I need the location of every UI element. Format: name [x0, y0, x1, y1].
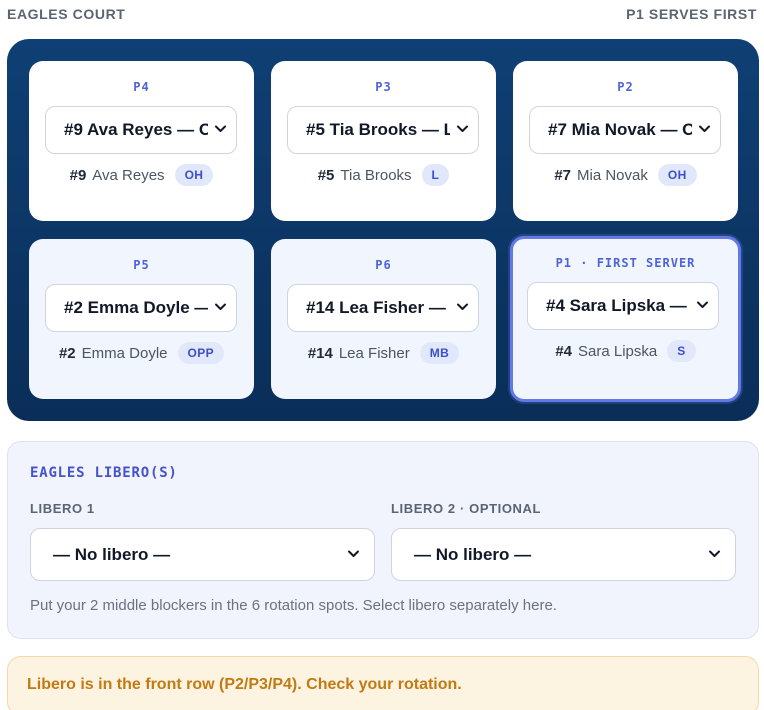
libero1-label: LIBERO 1 [30, 501, 95, 516]
player-number: #14 [307, 344, 333, 362]
libero2-label: LIBERO 2 · OPTIONAL [391, 501, 542, 516]
libero-title: EAGLES LIBERO(S) [30, 465, 178, 481]
serve-note: P1 SERVES FIRST [626, 6, 757, 22]
court-header: EAGLES COURT P1 SERVES FIRST [7, 4, 757, 24]
player-select-value: #7 Mia Novak — OH [548, 120, 692, 139]
position-label: P6 [375, 258, 392, 272]
player-info: #14 Lea Fisher MB [271, 342, 496, 364]
player-number: #2 [58, 344, 76, 362]
player-select-p2[interactable]: #7 Mia Novak — OH [529, 106, 721, 154]
player-info: #7 Mia Novak OH [513, 164, 738, 186]
position-card-p5: P5 #2 Emma Doyle — OPP #2 Emma Doyle OPP [29, 239, 254, 399]
chevron-down-icon [456, 122, 469, 135]
position-label: P2 [617, 80, 634, 94]
position-label: P4 [133, 80, 150, 94]
chevron-down-icon [696, 298, 709, 311]
libero2-select[interactable]: — No libero — [391, 528, 736, 581]
position-label: P1 · FIRST SERVER [555, 256, 696, 270]
player-select-value: #5 Tia Brooks — L [306, 120, 450, 139]
chevron-down-icon [214, 300, 227, 313]
libero-panel: EAGLES LIBERO(S) LIBERO 1 — No libero — … [7, 441, 759, 639]
chevron-down-icon [214, 122, 227, 135]
player-info: #4 Sara Lipska S [513, 340, 738, 362]
position-label: P5 [133, 258, 150, 272]
player-select-p3[interactable]: #5 Tia Brooks — L [287, 106, 479, 154]
player-info: #2 Emma Doyle OPP [29, 342, 254, 364]
role-badge: L [421, 164, 450, 186]
player-select-value: #4 Sara Lipska — S [546, 296, 690, 315]
chevron-down-icon [347, 547, 360, 560]
player-name: Ava Reyes [92, 166, 165, 184]
player-info: #5 Tia Brooks L [271, 164, 496, 186]
player-number: #7 [554, 166, 571, 184]
player-name: Sara Lipska [578, 342, 658, 360]
rotation-warning: Libero is in the front row (P2/P3/P4). C… [7, 656, 759, 710]
libero-hint: Put your 2 middle blockers in the 6 rota… [30, 597, 557, 614]
role-badge: OPP [177, 342, 225, 364]
chevron-down-icon [708, 547, 721, 560]
player-name: Lea Fisher [338, 344, 410, 362]
role-badge: MB [419, 342, 460, 364]
player-name: Tia Brooks [340, 166, 412, 184]
court-title: EAGLES COURT [7, 6, 126, 22]
role-badge: OH [657, 164, 697, 186]
player-info: #9 Ava Reyes OH [29, 164, 254, 186]
chevron-down-icon [456, 300, 469, 313]
player-select-p4[interactable]: #9 Ava Reyes — OH [45, 106, 237, 154]
chevron-down-icon [698, 122, 711, 135]
player-name: Mia Novak [577, 166, 648, 184]
player-select-value: #14 Lea Fisher — MB [306, 298, 450, 317]
libero2-value: — No libero — [414, 544, 532, 564]
player-select-value: #9 Ava Reyes — OH [64, 120, 208, 139]
player-number: #5 [317, 166, 335, 184]
court-grid: P4 #9 Ava Reyes — OH #9 Ava Reyes OH P3 … [7, 39, 759, 421]
position-card-p2: P2 #7 Mia Novak — OH #7 Mia Novak OH [513, 61, 738, 221]
position-card-p3: P3 #5 Tia Brooks — L #5 Tia Brooks L [271, 61, 496, 221]
position-card-p1: P1 · FIRST SERVER #4 Sara Lipska — S #4 … [510, 236, 741, 402]
position-card-p4: P4 #9 Ava Reyes — OH #9 Ava Reyes OH [29, 61, 254, 221]
player-select-p6[interactable]: #14 Lea Fisher — MB [287, 284, 479, 332]
warning-text: Libero is in the front row (P2/P3/P4). C… [27, 676, 462, 693]
player-number: #9 [69, 166, 87, 184]
position-label: P3 [375, 80, 392, 94]
libero1-select[interactable]: — No libero — [30, 528, 375, 581]
libero1-value: — No libero — [53, 544, 171, 564]
player-select-p5[interactable]: #2 Emma Doyle — OPP [45, 284, 237, 332]
position-card-p6: P6 #14 Lea Fisher — MB #14 Lea Fisher MB [271, 239, 496, 399]
player-select-p1[interactable]: #4 Sara Lipska — S [527, 282, 719, 330]
player-number: #4 [555, 342, 573, 360]
player-name: Emma Doyle [81, 344, 168, 362]
role-badge: OH [174, 164, 214, 186]
player-select-value: #2 Emma Doyle — OPP [64, 298, 208, 317]
role-badge: S [667, 340, 696, 362]
